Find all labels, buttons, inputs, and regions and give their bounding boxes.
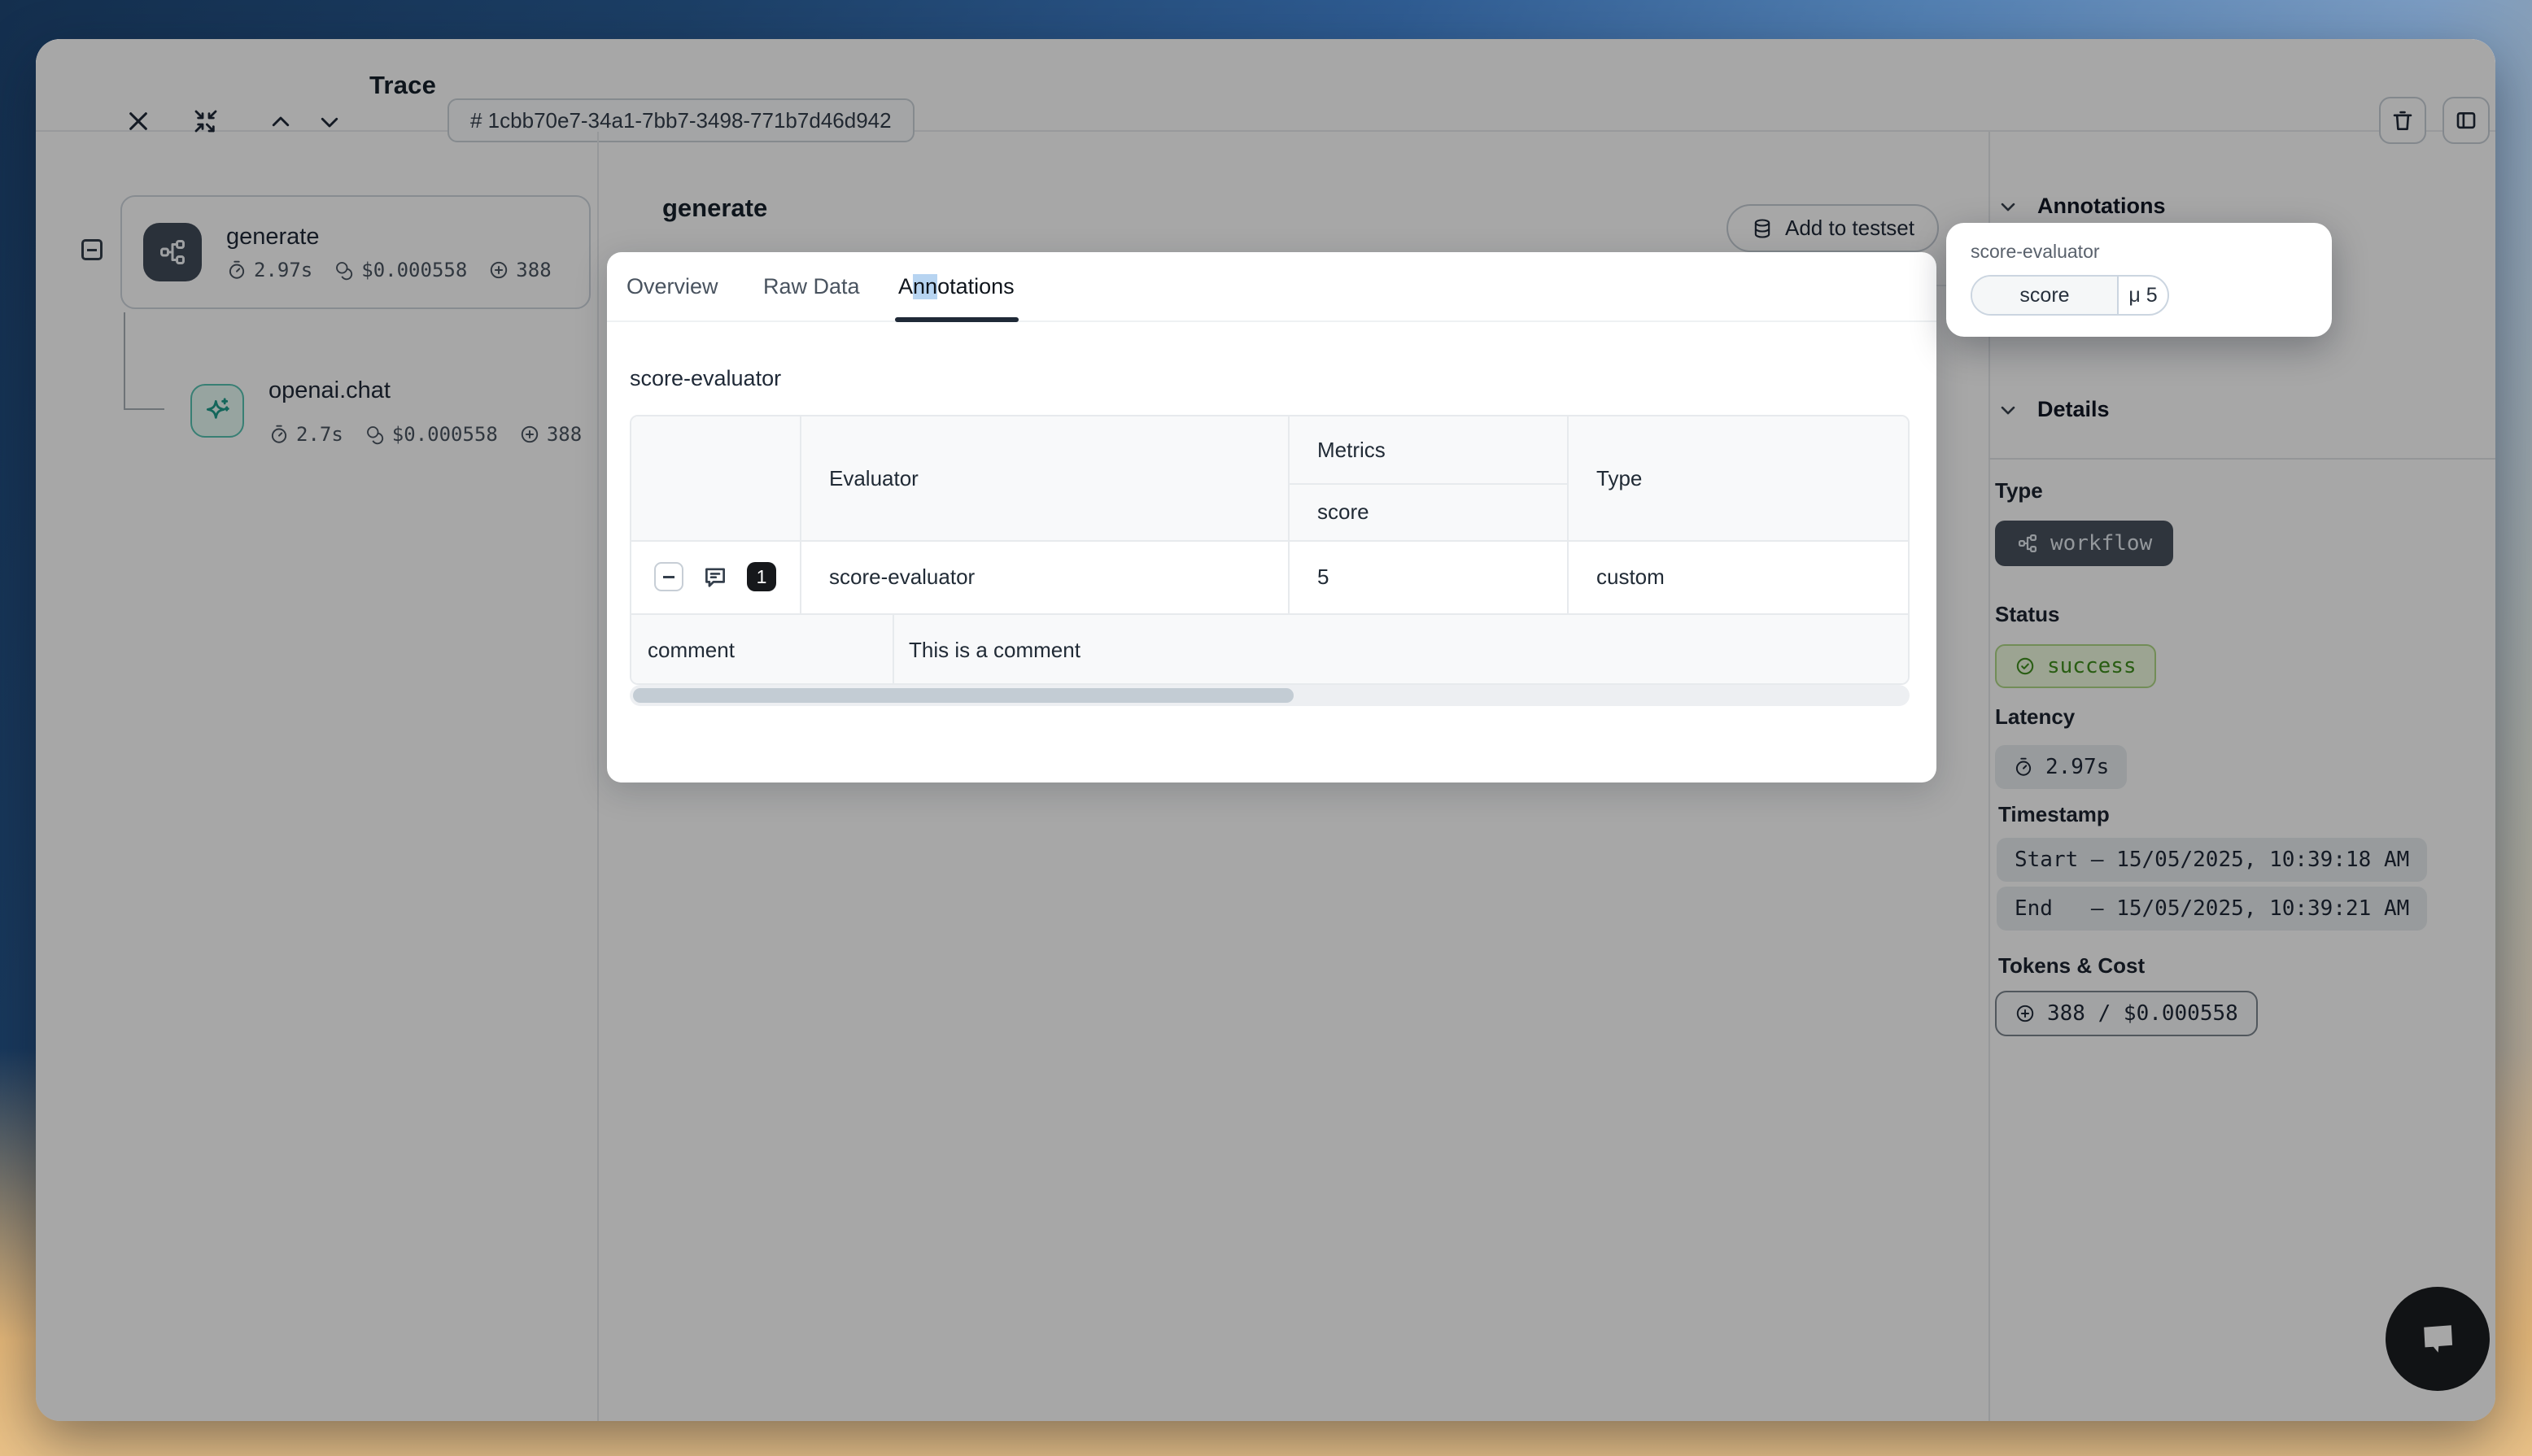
grid-line [800, 416, 801, 613]
comment-row-bg [631, 613, 1908, 685]
comment-key-cell: comment [648, 613, 735, 685]
column-header-metrics: Metrics [1317, 416, 1386, 483]
cell-score: 5 [1317, 540, 1329, 613]
horizontal-scrollbar[interactable] [630, 685, 1910, 706]
evaluator-heading: score-evaluator [630, 366, 781, 391]
column-header-type: Type [1596, 416, 1642, 540]
scrollbar-thumb[interactable] [633, 688, 1294, 703]
tab-annotations[interactable]: Annotations [898, 252, 1015, 320]
minus-icon [663, 576, 674, 578]
row-actions: 1 [654, 540, 776, 613]
text-selection-highlight: nn [913, 274, 937, 299]
column-header-evaluator: Evaluator [829, 416, 919, 540]
comment-value-cell: This is a comment [909, 613, 1080, 685]
table-header-bg [631, 416, 1908, 540]
grid-line [1567, 416, 1569, 613]
comment-count-badge: 1 [747, 562, 776, 591]
grid-line [631, 540, 1908, 542]
score-metric-pill: score μ 5 [1971, 275, 2169, 316]
tab-overview[interactable]: Overview [626, 252, 718, 320]
cell-type: custom [1596, 540, 1665, 613]
grid-line [893, 613, 894, 685]
annotations-table: Evaluator Metrics score Type 1 score-eva… [630, 415, 1910, 685]
column-header-metric-score: score [1317, 483, 1369, 540]
grid-line [631, 613, 1908, 615]
comment-icon[interactable] [701, 563, 729, 591]
popup-evaluator-label: score-evaluator [1971, 241, 2100, 263]
metric-name[interactable]: score [1972, 277, 2119, 314]
annotation-score-popup: score-evaluator score μ 5 [1946, 223, 2332, 337]
collapse-row-button[interactable] [654, 562, 683, 591]
tab-bar: Overview Raw Data Annotations [607, 252, 1936, 322]
grid-line [1288, 416, 1290, 613]
metric-mean-value: μ 5 [2119, 277, 2167, 314]
active-tab-underline [895, 317, 1019, 322]
cell-evaluator: score-evaluator [829, 540, 975, 613]
tab-raw-data[interactable]: Raw Data [763, 252, 860, 320]
annotations-tab-panel: Overview Raw Data Annotations score-eval… [607, 252, 1936, 782]
